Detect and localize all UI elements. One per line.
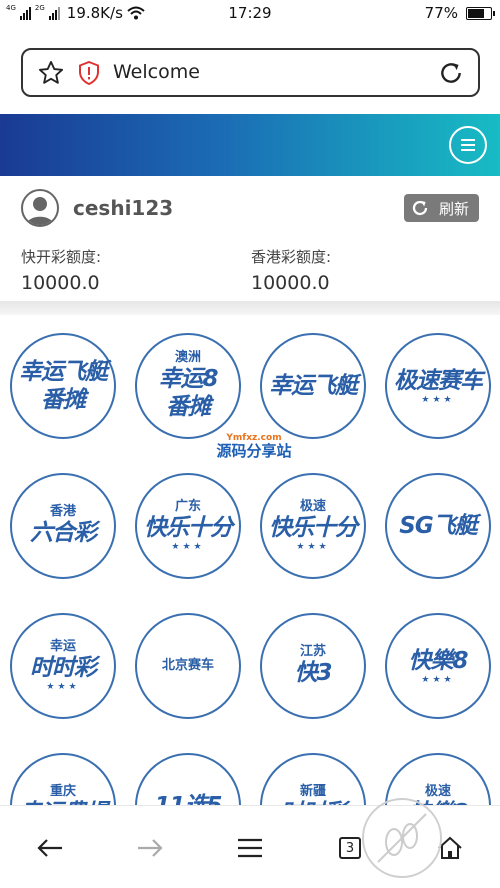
game-title: SG飞艇 [399,513,477,539]
game-subtitle: 北京赛车 [161,658,214,673]
game-tile[interactable]: 快樂8 ★★★ [385,613,491,719]
battery-fill [468,8,485,18]
menu-nav-button[interactable] [230,828,270,868]
game-tile[interactable]: 北京赛车 [135,613,241,719]
fast-balance-value: 10000.0 [21,272,100,294]
fast-balance-label: 快开彩额度: [21,248,102,266]
game-tile[interactable]: 极速 快乐十分 ★★★ [260,473,366,579]
user-icon [26,197,54,225]
hk-balance-value: 10000.0 [251,272,330,294]
game-title: 幸运飞艇 [19,359,108,385]
shield-icon[interactable] [78,61,100,85]
game-tile[interactable]: 江苏 快3 [260,613,366,719]
game-variant: 番摊 [41,387,86,413]
arrow-right-icon [138,839,163,857]
game-grid: 极速快樂8新疆时时彩11选5重庆幸运農場快樂8★★★江苏快3北京赛车幸运时时彩★… [0,315,500,805]
forward-button[interactable] [130,828,170,868]
game-subtitle: 广东 [174,499,201,514]
game-subtitle: 幸运 [49,639,76,654]
menu-icon-line [461,144,475,146]
game-tile[interactable]: 新疆时时彩 [260,753,366,805]
address-bar[interactable]: Welcome [21,48,480,97]
game-tile[interactable]: 极速赛车 ★★★ [385,333,491,439]
game-subtitle: 极速 [299,499,326,514]
footprint-watermark-icon [362,798,442,878]
username: ceshi123 [73,196,174,220]
game-stars: ★★★ [421,395,455,405]
game-variant: 番摊 [166,394,211,420]
game-title: 幸运飞艇 [269,373,358,399]
site-header [0,114,500,176]
game-tile[interactable]: 广东 快乐十分 ★★★ [135,473,241,579]
game-subtitle: 极速 [424,784,451,799]
battery-percent: 77% [424,4,458,22]
game-title: 快樂8 [408,648,468,674]
hamburger-icon [238,838,262,858]
page-title[interactable]: Welcome [113,61,200,83]
refresh-icon [412,200,428,216]
game-title: 幸运8 [158,366,218,392]
game-title: 快乐十分 [144,515,233,541]
hk-balance-label: 香港彩额度: [251,248,332,266]
back-button[interactable] [30,828,70,868]
game-tile[interactable]: 幸运 时时彩 ★★★ [10,613,116,719]
refresh-button[interactable]: 刷新 [404,194,479,222]
site-watermark: Ymfxz.com 源码分享站 [198,433,310,460]
game-stars: ★★★ [421,675,455,685]
game-title: 时时彩 [30,655,97,681]
menu-icon-line [461,139,475,141]
game-title: 极速赛车 [394,368,483,394]
menu-icon-line [461,149,475,151]
avatar[interactable] [21,189,59,227]
section-divider [0,301,500,315]
game-subtitle: 香港 [49,504,76,519]
game-subtitle: 江苏 [299,644,326,659]
menu-button[interactable] [449,126,487,164]
reload-icon[interactable] [438,60,464,86]
user-row: ceshi123 刷新 [0,176,500,238]
game-stars: ★★★ [171,542,205,552]
game-title: 11选5 [154,792,222,805]
game-tile[interactable]: SG飞艇 [385,473,491,579]
star-icon[interactable] [37,59,65,87]
game-title: 快乐十分 [269,515,358,541]
game-tile[interactable]: 澳洲 幸运8 番摊 [135,333,241,439]
watermark-title: 源码分享站 [216,442,292,460]
refresh-label: 刷新 [439,199,470,218]
game-stars: ★★★ [296,542,330,552]
game-title: 六合彩 [30,520,97,546]
status-right: 77% [424,4,495,22]
game-tile[interactable]: 幸运飞艇 番摊 [10,333,116,439]
game-tile[interactable]: 重庆幸运農場 [10,753,116,805]
game-subtitle: 重庆 [49,784,76,799]
game-title: 快3 [294,660,332,686]
game-tile[interactable]: 幸运飞艇 [260,333,366,439]
battery-icon [466,6,495,20]
game-stars: ★★★ [46,682,80,692]
game-subtitle: 新疆 [299,784,326,799]
game-tile[interactable]: 香港 六合彩 [10,473,116,579]
arrow-left-icon [37,839,62,857]
tab-count: 3 [339,837,361,859]
game-tile[interactable]: 11选5 [135,753,241,805]
game-subtitle: 澳洲 [174,350,201,365]
status-bar: 4G 2G 19.8K/s 17:29 77% [0,0,500,28]
